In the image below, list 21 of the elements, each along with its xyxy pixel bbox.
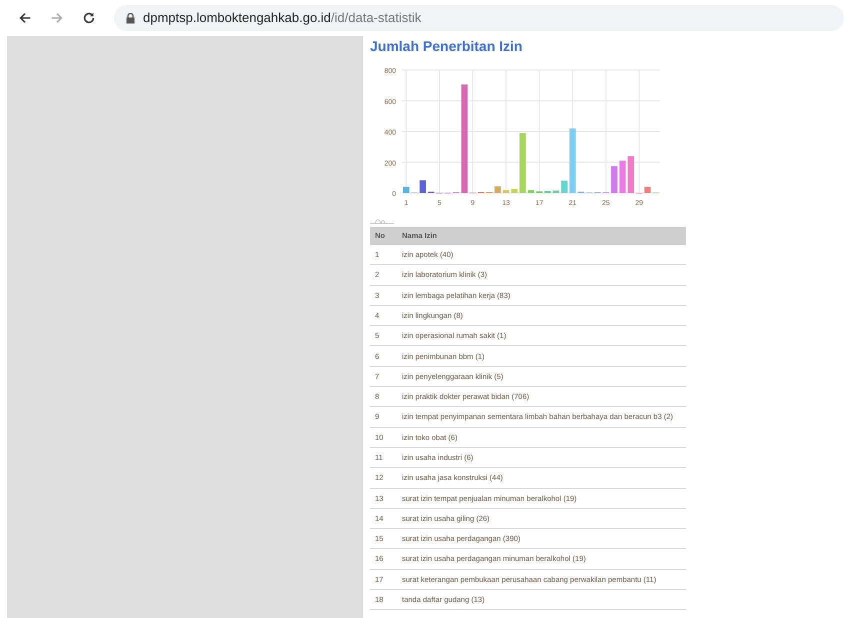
bar — [520, 133, 526, 193]
bar — [611, 166, 618, 193]
bar — [528, 190, 534, 193]
bar — [552, 190, 560, 193]
bar — [628, 156, 634, 193]
url-text: dpmptsp.lomboktengahkab.go.id/id/data-statistik — [143, 9, 422, 28]
lock-icon — [126, 12, 135, 24]
chart-logo-icon — [370, 218, 394, 224]
page-title: Jumlah Penerbitan Izin — [370, 37, 524, 55]
bar — [511, 189, 518, 193]
bar — [403, 186, 410, 193]
reload-icon[interactable] — [82, 11, 96, 25]
bar — [619, 160, 626, 193]
address-bar[interactable]: dpmptsp.lomboktengahkab.go.id/id/data-statistik — [114, 5, 844, 31]
back-icon[interactable] — [18, 11, 32, 25]
bar — [420, 180, 426, 193]
bar — [569, 128, 576, 193]
bar — [644, 186, 651, 193]
bar — [561, 180, 568, 193]
bar — [502, 190, 510, 193]
bar — [494, 186, 501, 193]
